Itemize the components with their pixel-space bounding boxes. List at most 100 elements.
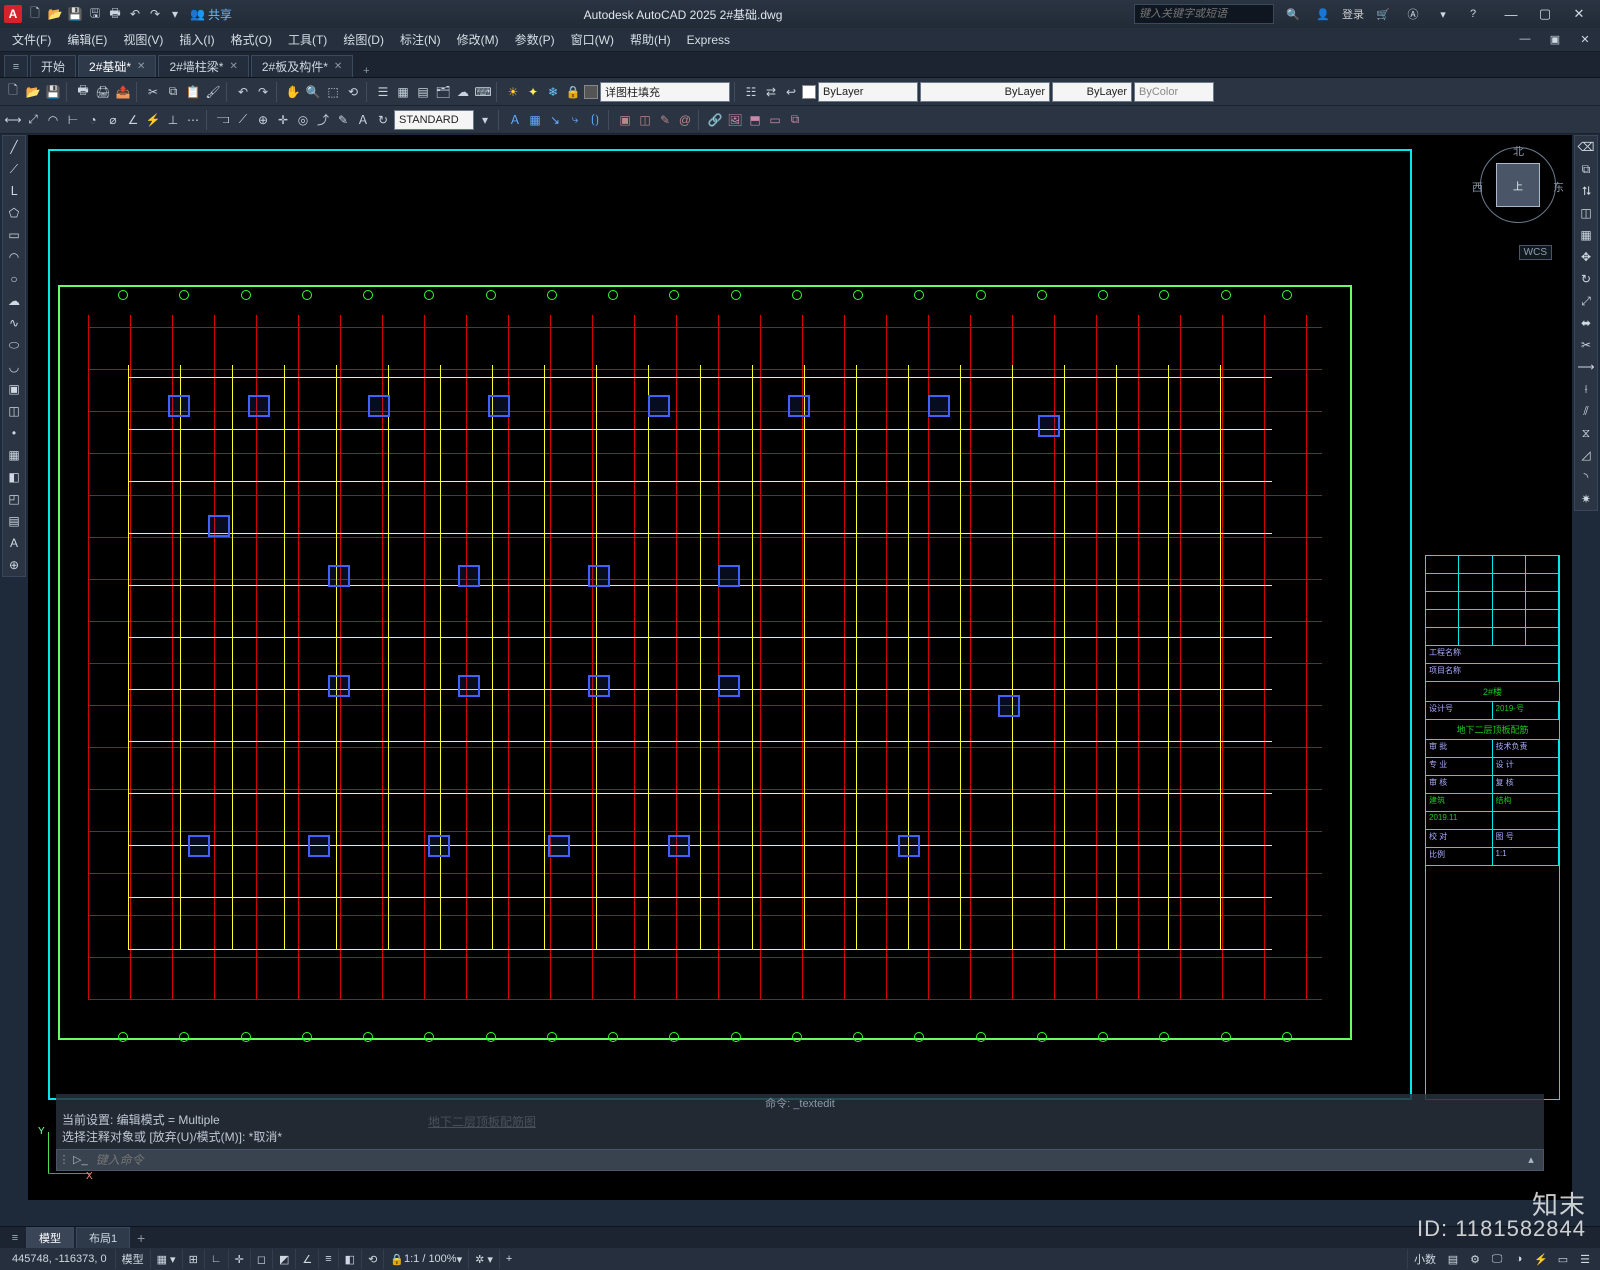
erase-icon[interactable]: ⌫ [1575,136,1597,158]
paste-icon[interactable]: 📋 [184,83,202,101]
status-monitor-icon[interactable]: 🖵 [1486,1253,1508,1266]
menu-modify[interactable]: 修改(M) [449,28,507,51]
break-icon[interactable]: ⫽ [1575,400,1597,422]
status-3dosnap-icon[interactable]: ◩ [272,1249,295,1269]
maximize-button[interactable]: ▢ [1528,2,1562,26]
linetype-select[interactable] [920,82,1050,102]
dim-linear-icon[interactable]: ⟷ [4,111,22,129]
layouttab-layout1[interactable]: 布局1 [76,1227,130,1248]
new-icon[interactable]: 🗋 [26,5,44,23]
cart-icon[interactable]: 🛒 [1372,8,1394,21]
offset-icon[interactable]: ◫ [1575,202,1597,224]
quickcalc-icon[interactable]: ⌨ [474,83,492,101]
search-icon[interactable]: 🔍 [1282,8,1304,21]
wcs-indicator[interactable]: WCS [1519,245,1552,260]
menu-format[interactable]: 格式(O) [223,28,280,51]
polyline-icon[interactable]: ᒪ [3,180,25,202]
undo-icon[interactable]: ↶ [234,83,252,101]
status-transparency-icon[interactable]: ◧ [338,1249,361,1269]
app-logo-icon[interactable]: A [4,5,22,23]
menu-file[interactable]: 文件(F) [4,28,59,51]
table-icon[interactable]: ▦ [526,111,544,129]
insert-block-icon[interactable]: ▣ [3,378,25,400]
centermark-icon[interactable]: ✛ [274,111,292,129]
designcenter-icon[interactable]: ▦ [394,83,412,101]
layer-match-icon[interactable]: ⇄ [762,83,780,101]
zoom-window-icon[interactable]: ⬚ [324,83,342,101]
menu-parametric[interactable]: 参数(P) [507,28,563,51]
dim-angular-icon[interactable]: ∠ [124,111,142,129]
open-icon[interactable]: 📂 [24,83,42,101]
rectangle-icon[interactable]: ▭ [3,224,25,246]
status-coords[interactable]: 445748, -116373, 0 [4,1253,115,1265]
dim-break-icon[interactable]: ⟋ [234,111,252,129]
color-combo[interactable] [802,82,918,102]
dim-diameter-icon[interactable]: ⌀ [104,111,122,129]
menu-insert[interactable]: 插入(I) [171,28,222,51]
layer-lock-icon[interactable]: 🔒 [564,83,582,101]
plotstyle-select[interactable] [1134,82,1214,102]
menu-help[interactable]: 帮助(H) [622,28,679,51]
share-button[interactable]: 👥 共享 [190,6,232,23]
mtext-icon[interactable]: A [3,532,25,554]
xref-clip-icon[interactable]: ⬒ [746,111,764,129]
circle-icon[interactable]: ○ [3,268,25,290]
pan-icon[interactable]: ✋ [284,83,302,101]
dim-continue-icon[interactable]: ⋯ [184,111,202,129]
filetab-start[interactable]: 开始 [30,55,76,77]
array-icon[interactable]: ▦ [1575,224,1597,246]
chamfer-icon[interactable]: ◿ [1575,444,1597,466]
layer-props-icon[interactable]: ☷ [742,83,760,101]
close-button[interactable]: ✕ [1562,2,1596,26]
status-cycling-icon[interactable]: ⟲ [361,1249,383,1269]
help-search-input[interactable] [1134,4,1274,24]
filetab-2[interactable]: 2#墙柱梁*✕ [158,55,248,77]
doc-close-button[interactable]: ✕ [1570,33,1600,46]
status-annoscale[interactable]: 🔒 1:1 / 100% ▾ [383,1249,468,1269]
ellipse-icon[interactable]: ⬭ [3,334,25,356]
menu-tools[interactable]: 工具(T) [280,28,335,51]
dim-arc-icon[interactable]: ◠ [44,111,62,129]
dim-jogged-icon[interactable]: ⤴ [314,111,332,129]
status-ortho-icon[interactable]: ∟ [204,1249,228,1269]
mtext-icon[interactable]: Ａ [506,111,524,129]
toolpalettes-icon[interactable]: ▤ [414,83,432,101]
move-icon[interactable]: ✥ [1575,246,1597,268]
status-workspace-icon[interactable]: ⚙ [1464,1253,1486,1266]
infocenter-dropdown-icon[interactable]: ▾ [1432,8,1454,21]
hatch-combo[interactable] [584,82,730,102]
ext-reference-icon[interactable]: ⧉ [786,111,804,129]
help-icon[interactable]: ? [1462,8,1484,20]
qat-dropdown-icon[interactable]: ▾ [166,5,184,23]
user-icon[interactable]: 👤 [1312,8,1334,21]
filetab-close-icon[interactable]: ✕ [229,61,237,72]
filetab-close-icon[interactable]: ✕ [334,61,342,72]
field-icon[interactable]: ⟮⟯ [586,111,604,129]
layerstate-icon[interactable]: ☀ [504,83,522,101]
status-customize-icon[interactable]: ☰ [1574,1253,1596,1266]
save-icon[interactable]: 💾 [66,5,84,23]
layouttab-model[interactable]: 模型 [26,1227,74,1248]
filetab-1[interactable]: 2#基础*✕ [78,55,156,77]
dim-inspect-icon[interactable]: ◎ [294,111,312,129]
viewcube-face[interactable]: 上 [1496,163,1540,207]
status-lwt-icon[interactable]: ≡ [318,1249,337,1269]
dim-radius-icon[interactable]: ◔ [84,111,102,129]
stretch-icon[interactable]: ⬌ [1575,312,1597,334]
menu-view[interactable]: 视图(V) [115,28,171,51]
addselected-icon[interactable]: ⊕ [3,554,25,576]
filetab-3[interactable]: 2#板及构件*✕ [251,55,353,77]
menu-dimension[interactable]: 标注(N) [392,28,449,51]
status-units[interactable]: 小数 [1407,1249,1442,1269]
doc-restore-button[interactable]: ▣ [1540,33,1570,46]
status-snap-icon[interactable]: ⊞ [182,1249,204,1269]
status-polar-icon[interactable]: ✛ [228,1249,250,1269]
new-icon[interactable]: 🗋 [4,83,22,101]
xref-attach-icon[interactable]: 🔗 [706,111,724,129]
dim-edit-icon[interactable]: ✎ [334,111,352,129]
dim-quick-icon[interactable]: ⚡ [144,111,162,129]
break-at-point-icon[interactable]: ⟊ [1575,378,1597,400]
xref-frame-icon[interactable]: ▭ [766,111,784,129]
cut-icon[interactable]: ✂ [144,83,162,101]
saveas-icon[interactable]: 🖫 [86,5,104,23]
